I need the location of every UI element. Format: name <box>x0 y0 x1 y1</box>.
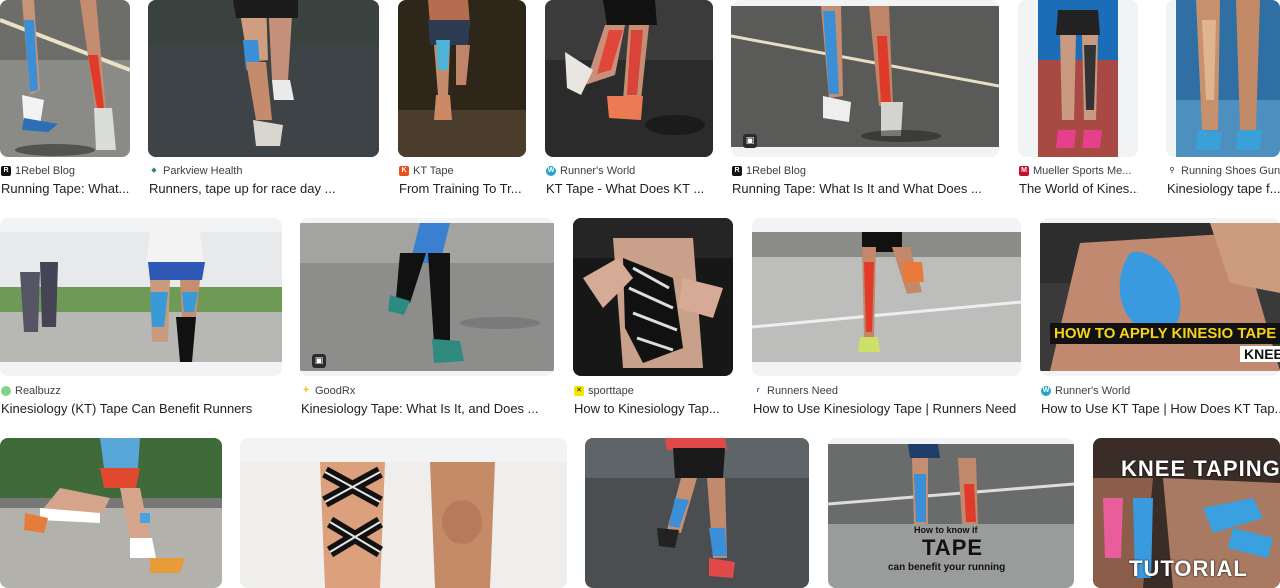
result-title[interactable]: The World of Kines... <box>1019 181 1138 196</box>
thumbnail[interactable]: HOW TO APPLY KINESIO TAPE KNEE <box>1040 218 1280 376</box>
thumbnail[interactable]: ▣ <box>300 218 554 376</box>
result-source[interactable]: Mueller Sports Me... <box>1033 165 1131 177</box>
parkview-icon: ◆ <box>151 167 157 174</box>
image-result[interactable]: Realbuzz Kinesiology (KT) Tape Can Benef… <box>0 218 282 423</box>
thumbnail[interactable] <box>573 218 733 376</box>
image-result[interactable]: How to know if TAPE can benefit your run… <box>828 438 1074 588</box>
image-result[interactable] <box>585 438 809 588</box>
result-source[interactable]: Runners Need <box>767 385 838 397</box>
thumbnail[interactable] <box>752 218 1021 376</box>
image-result[interactable]: KNEE TAPING TUTORIAL <box>1093 438 1280 588</box>
image-result[interactable] <box>240 438 567 588</box>
thumbnail[interactable]: ▣ <box>731 0 999 157</box>
result-source[interactable]: Runner's World <box>560 165 635 177</box>
goodrx-icon: ✚ <box>303 387 309 394</box>
result-source[interactable]: Parkview Health <box>163 165 242 177</box>
image-result[interactable]: HOW TO APPLY KINESIO TAPE KNEE W Runner's… <box>1040 218 1280 423</box>
runners-world-icon: W <box>546 166 556 176</box>
image-result[interactable]: ▣ ✚ GoodRx Kinesiology Tape: What Is It, … <box>300 218 554 423</box>
thumbnail[interactable] <box>1018 0 1138 157</box>
image-result[interactable]: ɾ Runners Need How to Use Kinesiology Tap… <box>752 218 1021 423</box>
image-result[interactable]: ▣ R 1Rebel Blog Running Tape: What Is It … <box>731 0 999 200</box>
image-result[interactable]: W Runner's World KT Tape - What Does KT .… <box>545 0 713 200</box>
thumbnail-caption: HOW TO APPLY KINESIO TAPE <box>1050 323 1280 344</box>
result-source[interactable]: 1Rebel Blog <box>746 165 806 177</box>
result-title[interactable]: How to Kinesiology Tap... <box>574 401 733 416</box>
realbuzz-icon <box>1 386 11 396</box>
mueller-icon: M <box>1019 166 1029 176</box>
thumbnail-caption: TUTORIAL <box>1129 556 1248 581</box>
result-source[interactable]: KT Tape <box>413 165 454 177</box>
result-title[interactable]: Kinesiology (KT) Tape Can Benefit Runner… <box>1 401 282 416</box>
result-title[interactable]: KT Tape - What Does KT ... <box>546 181 713 196</box>
result-title[interactable]: Kinesiology Tape: What Is It, and Does .… <box>301 401 554 416</box>
1rebel-icon: R <box>1 166 11 176</box>
image-result[interactable]: ✕ sporttape How to Kinesiology Tap... <box>573 218 733 423</box>
thumbnail[interactable] <box>0 438 222 588</box>
image-result[interactable] <box>0 438 222 588</box>
image-type-icon: ▣ <box>743 134 757 148</box>
sporttape-icon: ✕ <box>574 386 584 396</box>
result-source[interactable]: Realbuzz <box>15 385 61 397</box>
result-title[interactable]: Running Tape: What... <box>1 181 130 196</box>
result-source[interactable]: Running Shoes Guru <box>1181 165 1280 177</box>
image-result[interactable]: ◆ Parkview Health Runners, tape up for ra… <box>148 0 379 200</box>
thumbnail[interactable] <box>398 0 526 157</box>
result-title[interactable]: Kinesiology tape f... <box>1167 181 1280 196</box>
thumbnail[interactable] <box>148 0 379 157</box>
thumbnail-caption: KNEE TAPING <box>1121 456 1280 481</box>
result-source[interactable]: Runner's World <box>1055 385 1130 397</box>
result-title[interactable]: Running Tape: What Is It and What Does .… <box>732 181 999 196</box>
result-source[interactable]: sporttape <box>588 385 634 397</box>
result-title[interactable]: How to Use Kinesiology Tape | Runners Ne… <box>753 401 1021 416</box>
thumbnail-caption: KNEE <box>1240 346 1280 362</box>
image-result[interactable]: ⚲ Running Shoes Guru Kinesiology tape f..… <box>1166 0 1280 200</box>
image-result[interactable]: M Mueller Sports Me... The World of Kines… <box>1018 0 1138 200</box>
result-title[interactable]: Runners, tape up for race day ... <box>149 181 379 196</box>
thumbnail[interactable] <box>240 438 567 588</box>
runners-need-icon: ɾ <box>756 387 760 394</box>
kt-tape-icon: K <box>399 166 409 176</box>
result-title[interactable]: How to Use KT Tape | How Does KT Tap... <box>1041 401 1280 416</box>
thumbnail-caption: How to know if <box>914 525 978 535</box>
thumbnail[interactable] <box>585 438 809 588</box>
result-source[interactable]: 1Rebel Blog <box>15 165 75 177</box>
1rebel-icon: R <box>732 166 742 176</box>
image-result[interactable]: K KT Tape From Training To Tr... <box>398 0 526 200</box>
running-shoes-guru-icon: ⚲ <box>1169 167 1175 174</box>
image-type-icon: ▣ <box>312 354 326 368</box>
image-result[interactable]: R 1Rebel Blog Running Tape: What... <box>0 0 130 200</box>
runners-world-icon: W <box>1041 386 1051 396</box>
thumbnail[interactable] <box>1166 0 1280 157</box>
thumbnail-caption: TAPE <box>922 535 984 560</box>
thumbnail[interactable] <box>0 0 130 157</box>
result-source[interactable]: GoodRx <box>315 385 355 397</box>
thumbnail[interactable] <box>0 218 282 376</box>
thumbnail[interactable]: KNEE TAPING TUTORIAL <box>1093 438 1280 588</box>
thumbnail[interactable] <box>545 0 713 157</box>
thumbnail[interactable]: How to know if TAPE can benefit your run… <box>828 438 1074 588</box>
thumbnail-caption: can benefit your running <box>888 562 1006 573</box>
result-title[interactable]: From Training To Tr... <box>399 181 526 196</box>
